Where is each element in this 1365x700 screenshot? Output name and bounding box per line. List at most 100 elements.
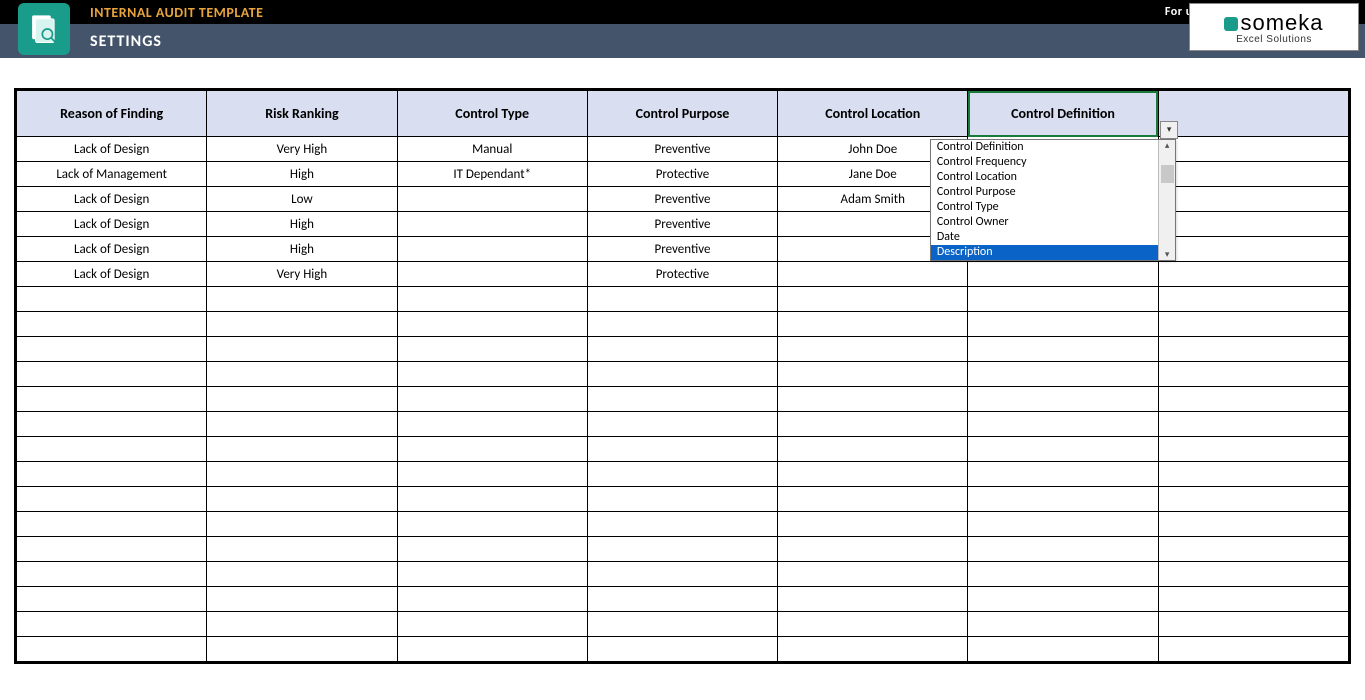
cell[interactable]: Preventive	[587, 187, 777, 212]
cell[interactable]	[207, 337, 397, 362]
cell[interactable]	[17, 362, 207, 387]
cell[interactable]	[778, 487, 968, 512]
col-header-6[interactable]	[1158, 91, 1348, 137]
cell[interactable]	[587, 587, 777, 612]
cell[interactable]	[968, 337, 1158, 362]
cell[interactable]	[397, 462, 587, 487]
scroll-down-icon[interactable]: ▾	[1165, 249, 1170, 260]
cell[interactable]	[17, 537, 207, 562]
cell[interactable]	[1158, 487, 1348, 512]
cell[interactable]	[207, 362, 397, 387]
cell[interactable]	[1158, 337, 1348, 362]
cell[interactable]	[968, 637, 1158, 662]
cell[interactable]	[17, 637, 207, 662]
cell[interactable]	[397, 512, 587, 537]
cell[interactable]: Lack of Design	[17, 262, 207, 287]
cell[interactable]	[397, 337, 587, 362]
cell[interactable]	[968, 612, 1158, 637]
cell[interactable]	[968, 512, 1158, 537]
cell[interactable]	[778, 462, 968, 487]
cell[interactable]	[17, 562, 207, 587]
col-header-5[interactable]: Control Definition	[968, 91, 1158, 137]
cell[interactable]: Low	[207, 187, 397, 212]
cell[interactable]: Lack of Design	[17, 237, 207, 262]
cell[interactable]	[778, 312, 968, 337]
cell[interactable]	[1158, 237, 1348, 262]
cell[interactable]	[397, 412, 587, 437]
dropdown-option[interactable]: Date	[931, 230, 1158, 245]
cell[interactable]	[778, 387, 968, 412]
cell[interactable]	[207, 437, 397, 462]
cell[interactable]: High	[207, 212, 397, 237]
cell[interactable]: Lack of Design	[17, 187, 207, 212]
dropdown-option[interactable]: Control Purpose	[931, 185, 1158, 200]
cell[interactable]	[587, 287, 777, 312]
col-header-1[interactable]: Risk Ranking	[207, 91, 397, 137]
cell[interactable]	[1158, 312, 1348, 337]
cell[interactable]	[1158, 512, 1348, 537]
cell[interactable]	[968, 387, 1158, 412]
cell[interactable]	[207, 537, 397, 562]
cell[interactable]	[207, 587, 397, 612]
cell[interactable]	[587, 562, 777, 587]
cell[interactable]	[968, 412, 1158, 437]
cell[interactable]	[397, 387, 587, 412]
cell[interactable]	[968, 562, 1158, 587]
cell[interactable]	[17, 312, 207, 337]
cell[interactable]	[778, 437, 968, 462]
cell[interactable]	[968, 312, 1158, 337]
dropdown-option[interactable]: Control Location	[931, 170, 1158, 185]
col-header-3[interactable]: Control Purpose	[587, 91, 777, 137]
cell[interactable]	[397, 287, 587, 312]
cell[interactable]	[1158, 462, 1348, 487]
cell[interactable]	[17, 412, 207, 437]
cell[interactable]	[17, 487, 207, 512]
cell[interactable]: IT Dependant*	[397, 162, 587, 187]
cell[interactable]	[1158, 562, 1348, 587]
cell[interactable]	[968, 362, 1158, 387]
cell[interactable]	[778, 262, 968, 287]
cell[interactable]	[778, 337, 968, 362]
cell[interactable]	[778, 362, 968, 387]
cell[interactable]	[587, 462, 777, 487]
cell[interactable]	[17, 337, 207, 362]
cell[interactable]	[17, 437, 207, 462]
cell[interactable]	[587, 362, 777, 387]
cell[interactable]	[397, 262, 587, 287]
cell[interactable]	[778, 562, 968, 587]
cell[interactable]	[1158, 162, 1348, 187]
cell[interactable]	[397, 187, 587, 212]
cell[interactable]	[587, 637, 777, 662]
dropdown-option[interactable]: Control Definition	[931, 140, 1158, 155]
cell[interactable]: Preventive	[587, 137, 777, 162]
cell[interactable]: Protective	[587, 162, 777, 187]
cell[interactable]	[207, 287, 397, 312]
cell[interactable]: Very High	[207, 137, 397, 162]
cell[interactable]: Very High	[207, 262, 397, 287]
cell[interactable]	[968, 587, 1158, 612]
cell[interactable]	[397, 437, 587, 462]
cell[interactable]	[1158, 362, 1348, 387]
cell[interactable]	[207, 637, 397, 662]
cell[interactable]	[1158, 287, 1348, 312]
cell[interactable]	[968, 537, 1158, 562]
cell[interactable]	[397, 637, 587, 662]
cell[interactable]	[207, 462, 397, 487]
cell[interactable]	[17, 387, 207, 412]
dropdown-option[interactable]: Control Type	[931, 200, 1158, 215]
cell[interactable]	[207, 487, 397, 512]
cell[interactable]	[587, 387, 777, 412]
cell[interactable]	[968, 437, 1158, 462]
cell[interactable]	[207, 612, 397, 637]
cell[interactable]: Preventive	[587, 212, 777, 237]
cell[interactable]	[587, 412, 777, 437]
cell[interactable]	[207, 312, 397, 337]
cell[interactable]	[17, 612, 207, 637]
cell[interactable]	[397, 612, 587, 637]
cell[interactable]	[1158, 637, 1348, 662]
cell[interactable]	[397, 362, 587, 387]
cell[interactable]	[17, 462, 207, 487]
cell[interactable]	[1158, 587, 1348, 612]
cell[interactable]	[587, 312, 777, 337]
cell[interactable]	[778, 512, 968, 537]
